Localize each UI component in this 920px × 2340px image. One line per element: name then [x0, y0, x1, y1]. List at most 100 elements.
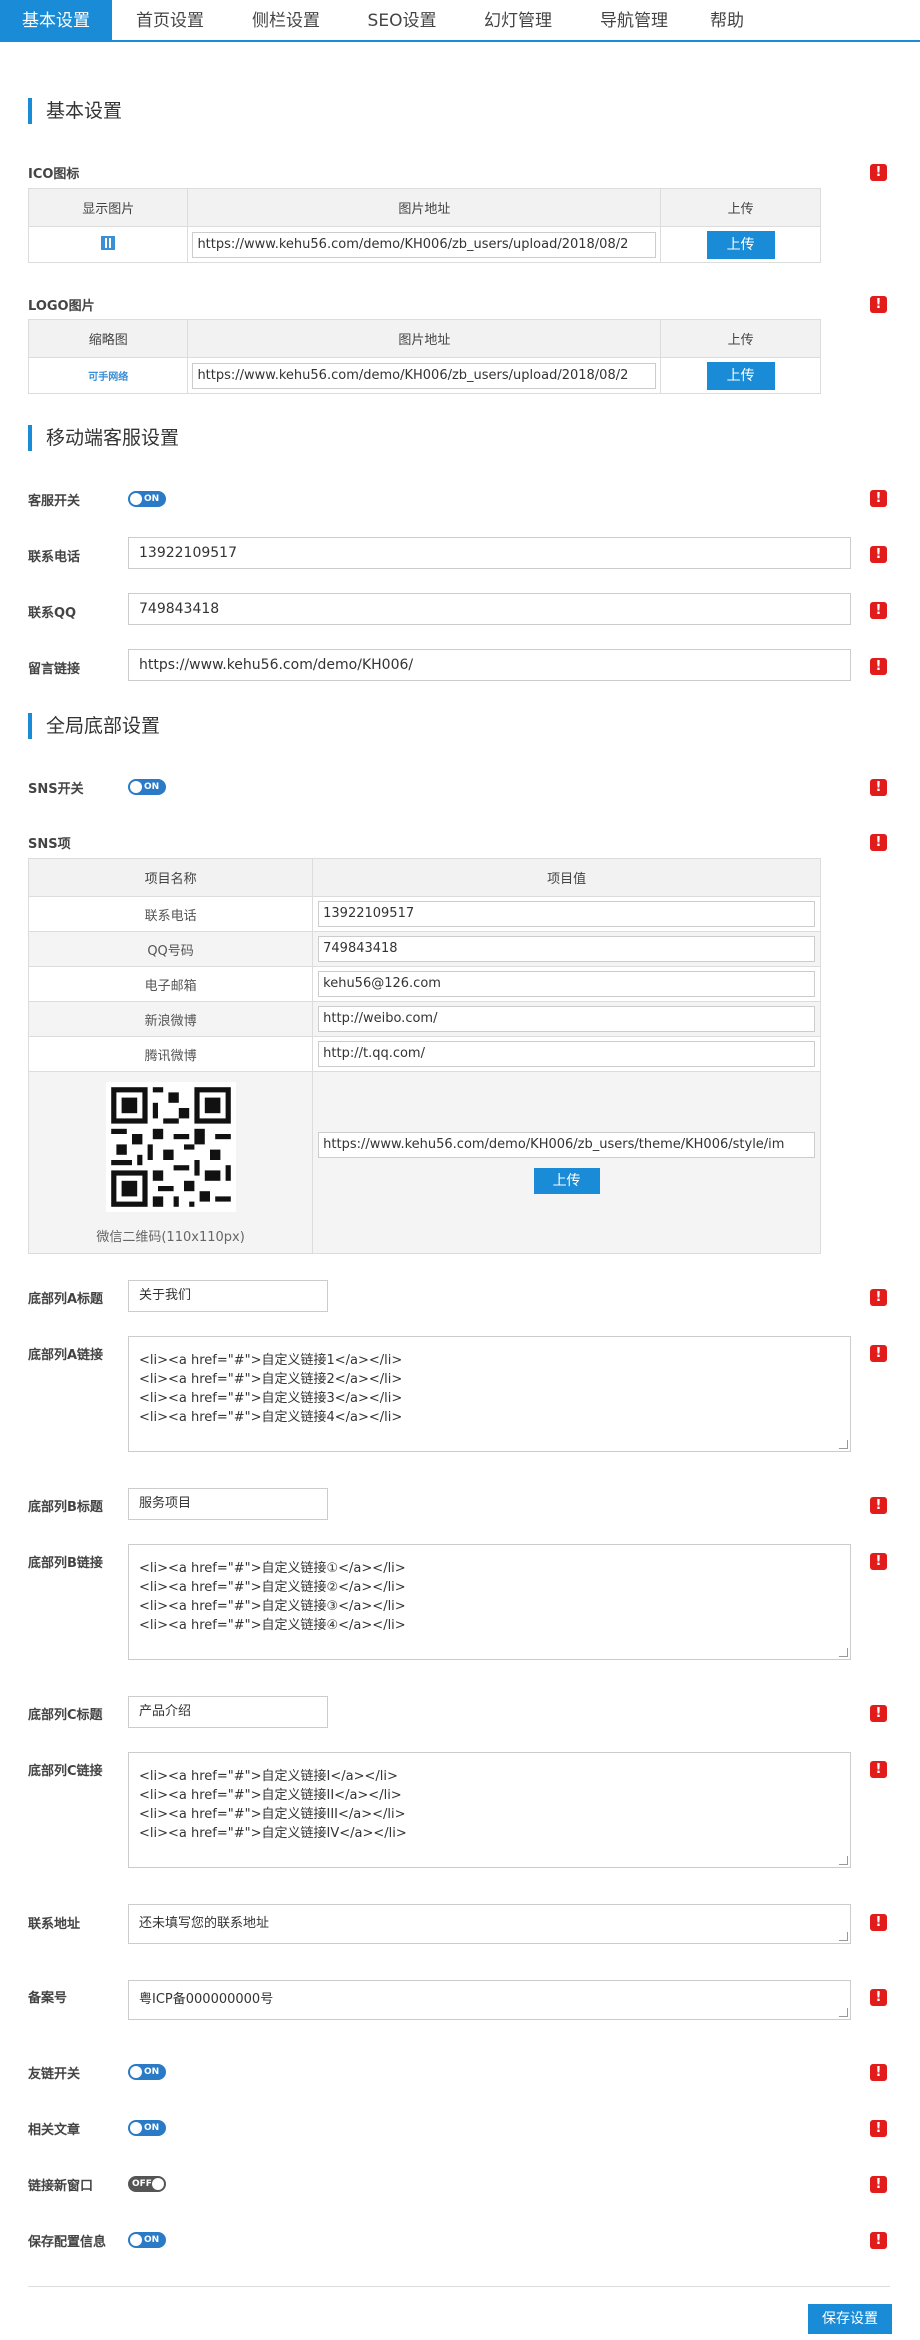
- colC-title-warning-icon: !: [870, 1705, 887, 1722]
- toggle-knob: [130, 2066, 142, 2078]
- qr-url-input[interactable]: https://www.kehu56.com/demo/KH006/zb_use…: [318, 1131, 815, 1158]
- resize-grip-icon[interactable]: [839, 1932, 848, 1941]
- toggle-state: ON: [144, 2067, 160, 2077]
- section-title-footer: 全局底部设置: [28, 713, 160, 739]
- sns-row-value-input[interactable]: http://weibo.com/: [318, 1006, 815, 1032]
- colB-links-textarea[interactable]: <li><a href="#">自定义链接①</a></li> <li><a h…: [128, 1544, 851, 1660]
- colC-title-input[interactable]: 产品介绍: [128, 1696, 328, 1728]
- new-window-warning-icon: !: [870, 2176, 887, 2193]
- phone-label: 联系电话: [28, 550, 81, 565]
- divider: [28, 2286, 890, 2287]
- resize-grip-icon[interactable]: [839, 2008, 848, 2017]
- colA-links-textarea[interactable]: <li><a href="#">自定义链接1</a></li> <li><a h…: [128, 1336, 851, 1452]
- save-config-toggle[interactable]: ON: [128, 2232, 166, 2248]
- tab-nav-management[interactable]: 导航管理: [576, 0, 692, 42]
- resize-grip-icon[interactable]: [839, 1856, 848, 1865]
- tab-slideshow[interactable]: 幻灯管理: [460, 0, 576, 42]
- new-window-toggle[interactable]: OFF: [128, 2176, 166, 2192]
- qq-input[interactable]: 749843418: [128, 593, 851, 625]
- sns-warning-icon: !: [870, 779, 887, 796]
- ico-header-preview: 显示图片: [27, 188, 189, 227]
- related-articles-label: 相关文章: [28, 2123, 81, 2138]
- colC-title-label: 底部列C标题: [28, 1708, 103, 1723]
- colC-links-textarea[interactable]: <li><a href="#">自定义链接I</a></li> <li><a h…: [128, 1752, 851, 1868]
- tab-basic-settings[interactable]: 基本设置: [0, 0, 112, 42]
- icp-text: 粤ICP备000000000号: [139, 1992, 274, 2007]
- colB-title-input[interactable]: 服务项目: [128, 1488, 328, 1520]
- ico-header-upload: 上传: [660, 188, 821, 227]
- kefu-warning-icon: !: [870, 490, 887, 507]
- icp-label: 备案号: [28, 1991, 68, 2006]
- kefu-switch-label: 客服开关: [28, 494, 81, 509]
- ico-upload-button[interactable]: 上传: [706, 230, 775, 259]
- sns-toggle[interactable]: ON: [128, 779, 166, 795]
- logo-header-url: 图片地址: [187, 319, 662, 358]
- friendlink-toggle[interactable]: ON: [128, 2064, 166, 2080]
- tab-home-settings[interactable]: 首页设置: [112, 0, 228, 42]
- colB-links-label: 底部列B链接: [28, 1556, 103, 1571]
- logo-table: 缩略图 图片地址 上传 可手网络 https://www.kehu56.com/…: [27, 319, 821, 394]
- ico-table: 显示图片 图片地址 上传 https://www.kehu56.com/demo…: [27, 188, 821, 263]
- sns-header-name: 项目名称: [27, 858, 314, 897]
- logo-upload-button[interactable]: 上传: [706, 361, 775, 390]
- logo-thumbnail: 可手网络: [88, 371, 129, 383]
- colB-title-warning-icon: !: [870, 1497, 887, 1514]
- toggle-knob: [130, 493, 142, 505]
- qq-warning-icon: !: [870, 602, 887, 619]
- tab-sidebar-settings[interactable]: 侧栏设置: [228, 0, 344, 42]
- sns-switch-label: SNS开关: [28, 782, 84, 797]
- qr-favicon-icon: [101, 235, 116, 250]
- section-title-mobile: 移动端客服设置: [28, 425, 179, 451]
- related-articles-toggle[interactable]: ON: [128, 2120, 166, 2136]
- sns-row-value-input[interactable]: 13922109517: [318, 901, 815, 927]
- resize-grip-icon[interactable]: [839, 1440, 848, 1449]
- friendlink-warning-icon: !: [870, 2064, 887, 2081]
- logo-url-input[interactable]: https://www.kehu56.com/demo/KH006/zb_use…: [192, 362, 657, 389]
- sns-row-value-input[interactable]: http://t.qq.com/: [318, 1041, 815, 1067]
- tab-help[interactable]: 帮助: [692, 0, 762, 42]
- save-config-label: 保存配置信息: [28, 2235, 107, 2250]
- ico-preview-cell: [27, 226, 189, 263]
- friendlink-label: 友链开关: [28, 2067, 81, 2082]
- sns-row-value-cell: 13922109517: [312, 896, 821, 932]
- tab-bar: 基本设置 首页设置 侧栏设置 SEO设置 幻灯管理 导航管理 帮助: [0, 0, 920, 42]
- colA-title-input[interactable]: 关于我们: [128, 1280, 328, 1312]
- save-settings-button[interactable]: 保存设置: [808, 2304, 892, 2334]
- toggle-state: ON: [144, 494, 160, 504]
- toggle-knob: [130, 2234, 142, 2246]
- toggle-knob: [130, 2122, 142, 2134]
- ico-url-cell: https://www.kehu56.com/demo/KH006/zb_use…: [187, 226, 662, 263]
- sns-header-value: 项目值: [312, 858, 821, 897]
- logo-upload-cell: 上传: [660, 357, 821, 394]
- address-textarea[interactable]: 还未填写您的联系地址: [128, 1904, 851, 1944]
- icp-textarea[interactable]: 粤ICP备000000000号: [128, 1980, 851, 2020]
- toggle-knob: [130, 781, 142, 793]
- sns-row-name: 新浪微博: [27, 1001, 314, 1037]
- qr-cell: 微信二维码(110x110px): [27, 1071, 314, 1254]
- logo-header-thumb: 缩略图: [27, 319, 189, 358]
- resize-grip-icon[interactable]: [839, 1648, 848, 1657]
- colA-links-warning-icon: !: [870, 1345, 887, 1362]
- toggle-state: ON: [144, 2235, 160, 2245]
- message-link-input[interactable]: https://www.kehu56.com/demo/KH006/: [128, 649, 851, 681]
- sns-row-value-cell: http://t.qq.com/: [312, 1036, 821, 1072]
- tab-seo-settings[interactable]: SEO设置: [344, 0, 460, 42]
- sns-row-value-input[interactable]: kehu56@126.com: [318, 971, 815, 997]
- logo-header-upload: 上传: [660, 319, 821, 358]
- logo-preview-cell: 可手网络: [27, 357, 189, 394]
- message-link-warning-icon: !: [870, 658, 887, 675]
- qq-label: 联系QQ: [28, 606, 77, 621]
- qr-upload-button[interactable]: 上传: [533, 1167, 600, 1194]
- sns-items-warning-icon: !: [870, 834, 887, 851]
- ico-url-input[interactable]: https://www.kehu56.com/demo/KH006/zb_use…: [192, 231, 657, 258]
- new-window-label: 链接新窗口: [28, 2179, 94, 2194]
- qr-caption: 微信二维码(110x110px): [96, 1230, 245, 1245]
- colB-links-text: <li><a href="#">自定义链接①</a></li> <li><a h…: [139, 1561, 406, 1633]
- phone-input[interactable]: 13922109517: [128, 537, 851, 569]
- sns-row-name: 电子邮箱: [27, 966, 314, 1002]
- colB-title-label: 底部列B标题: [28, 1500, 103, 1515]
- sns-items-label: SNS项: [28, 837, 71, 852]
- kefu-toggle[interactable]: ON: [128, 491, 166, 507]
- colA-title-warning-icon: !: [870, 1289, 887, 1306]
- sns-row-value-input[interactable]: 749843418: [318, 936, 815, 962]
